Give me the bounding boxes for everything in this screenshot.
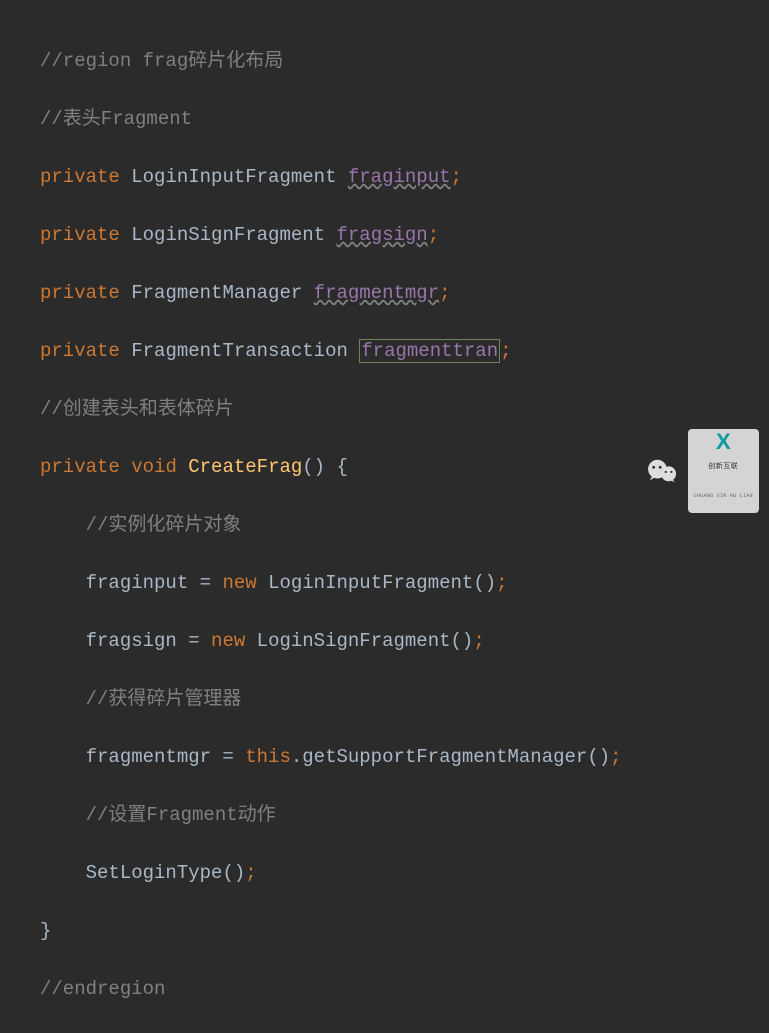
keyword: private — [40, 456, 120, 478]
code-line: private LoginInputFragment fraginput; — [40, 163, 769, 192]
comment: //表头Fragment — [40, 108, 192, 130]
code-line: //创建表头和表体碎片 — [40, 395, 769, 424]
keyword: private — [40, 282, 120, 304]
code-line: //表头Fragment — [40, 105, 769, 134]
code-line: fraginput = new LoginInputFragment(); — [40, 569, 769, 598]
logo-text: 创新互联 — [708, 453, 738, 482]
logo-sub: CHUANG XIN HU LIAN — [694, 482, 753, 511]
wechat-icon — [646, 457, 680, 485]
type: LoginSignFragment — [131, 224, 325, 246]
field-name: fraginput — [348, 166, 451, 188]
variable: fraginput — [86, 572, 189, 594]
keyword: private — [40, 224, 120, 246]
keyword: private — [40, 340, 120, 362]
comment: //设置Fragment动作 — [86, 804, 276, 826]
method-call: getSupportFragmentManager — [302, 746, 587, 768]
keyword-this: this — [245, 746, 291, 768]
logo-mark: X — [716, 431, 731, 453]
code-line: private FragmentTransaction fragmenttran… — [40, 337, 769, 366]
code-line: //获得碎片管理器 — [40, 685, 769, 714]
method-call: SetLoginType — [86, 862, 223, 884]
code-line: fragsign = new LoginSignFragment(); — [40, 627, 769, 656]
comment: //获得碎片管理器 — [86, 688, 242, 710]
variable: fragmentmgr — [86, 746, 211, 768]
comment: //创建表头和表体碎片 — [40, 398, 234, 420]
constructor-call: LoginSignFragment — [257, 630, 451, 652]
code-line: //endregion — [40, 975, 769, 1004]
constructor-call: LoginInputFragment — [268, 572, 473, 594]
type: FragmentManager — [131, 282, 302, 304]
keyword: private — [40, 166, 120, 188]
keyword: new — [222, 572, 256, 594]
code-line: SetLoginType(); — [40, 859, 769, 888]
code-line: fragmentmgr = this.getSupportFragmentMan… — [40, 743, 769, 772]
watermark-footer: X 创新互联 CHUANG XIN HU LIAN — [646, 429, 759, 513]
code-line: //region frag碎片化布局 — [40, 47, 769, 76]
company-logo: X 创新互联 CHUANG XIN HU LIAN — [688, 429, 759, 513]
code-line: //设置Fragment动作 — [40, 801, 769, 830]
method-name: CreateFrag — [188, 456, 302, 478]
keyword: new — [211, 630, 245, 652]
type: LoginInputFragment — [131, 166, 336, 188]
type: FragmentTransaction — [131, 340, 348, 362]
variable: fragsign — [86, 630, 177, 652]
field-name-highlighted: fragmenttran — [359, 339, 500, 363]
code-line: } — [40, 917, 769, 946]
comment: //endregion — [40, 978, 165, 1000]
code-line: //实例化碎片对象 — [40, 511, 769, 540]
code-line: private FragmentManager fragmentmgr; — [40, 279, 769, 308]
comment: //region frag碎片化布局 — [40, 50, 283, 72]
code-editor[interactable]: //region frag碎片化布局 //表头Fragment private … — [0, 0, 769, 1033]
comment: //实例化碎片对象 — [86, 514, 242, 536]
field-name: fragsign — [336, 224, 427, 246]
field-name: fragmentmgr — [314, 282, 439, 304]
keyword: void — [131, 456, 177, 478]
code-line: private LoginSignFragment fragsign; — [40, 221, 769, 250]
